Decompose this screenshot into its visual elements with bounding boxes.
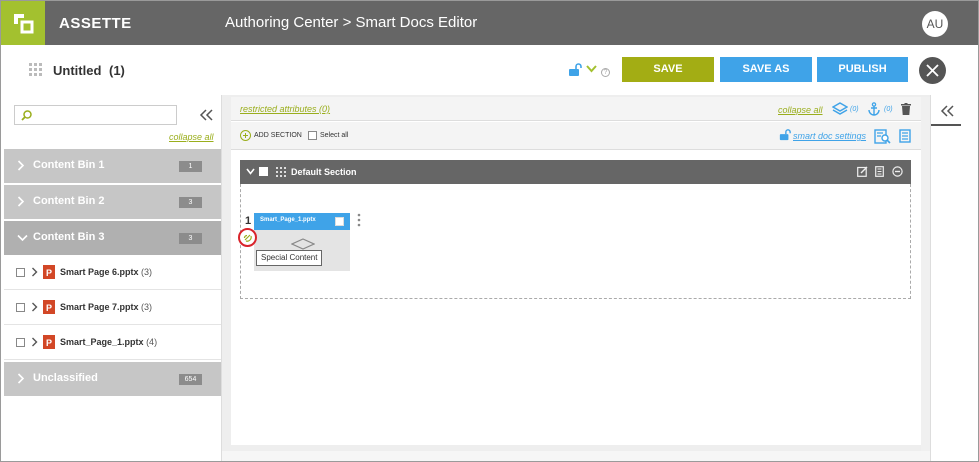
attributes-bar: restricted attributes (0) collapse all (…: [231, 97, 921, 121]
content-bin-1[interactable]: Content Bin 1 1: [4, 149, 221, 183]
search-input[interactable]: [14, 105, 177, 125]
item-checkbox[interactable]: [16, 303, 25, 312]
item-name: Smart_Page_1.pptx (4): [60, 337, 158, 347]
bin-count-badge: 654: [179, 374, 202, 385]
item-checkbox[interactable]: [16, 338, 25, 347]
search-icon: [21, 110, 32, 121]
close-icon: [926, 64, 939, 77]
document-count: (1): [109, 63, 125, 78]
save-as-button[interactable]: SAVE AS: [720, 57, 812, 82]
list-item[interactable]: P Smart Page 7.pptx (3): [4, 290, 221, 325]
svg-text:P: P: [46, 303, 52, 313]
section-toolbar: ADD SECTION Select all smart doc setting…: [231, 122, 921, 150]
special-content-tooltip: Special Content: [256, 250, 323, 266]
horizontal-scrollbar[interactable]: [222, 451, 930, 461]
page-number: 1: [245, 215, 252, 227]
chevron-right-icon[interactable]: [31, 337, 38, 347]
top-bar: ASSETTE Authoring Center > Smart Docs Ed…: [1, 1, 978, 45]
page-name: Smart_Page_1.pptx: [260, 217, 316, 223]
close-button[interactable]: [919, 57, 946, 84]
delete-icon[interactable]: [875, 166, 884, 177]
bin-count-badge: 3: [179, 197, 202, 208]
select-all-checkbox[interactable]: [308, 131, 317, 140]
unlock-icon[interactable]: [779, 129, 791, 141]
content-bin-3[interactable]: Content Bin 3 3: [4, 221, 221, 255]
special-content-icon: [243, 234, 252, 242]
smart-doc-settings-link[interactable]: smart doc settings: [793, 131, 866, 141]
powerpoint-icon: P: [43, 265, 55, 279]
powerpoint-icon: P: [43, 300, 55, 314]
publish-button[interactable]: PUBLISH: [817, 57, 908, 82]
chevron-down-icon[interactable]: [586, 65, 597, 73]
chevron-right-icon[interactable]: [31, 267, 38, 277]
default-section-header[interactable]: Default Section: [240, 160, 911, 184]
chevron-right-icon[interactable]: [31, 302, 38, 312]
panel-tab-indicator: [931, 124, 961, 126]
list-item[interactable]: P Smart Page 6.pptx (3): [4, 255, 221, 290]
document-icon[interactable]: [899, 129, 911, 143]
page-thumbnail-icon: [291, 238, 315, 250]
section-title: Default Section: [291, 167, 357, 177]
special-content-indicator[interactable]: [238, 228, 257, 247]
chevron-right-icon: [17, 196, 25, 207]
collapse-all-link[interactable]: collapse all: [778, 105, 823, 115]
collapse-panel-icon[interactable]: [199, 109, 213, 121]
bin-label: Content Bin 2: [33, 195, 105, 207]
add-section-icon[interactable]: [240, 130, 251, 141]
layers-icon[interactable]: [832, 102, 848, 115]
expand-panel-icon[interactable]: [940, 105, 954, 117]
powerpoint-icon: P: [43, 335, 55, 349]
document-title[interactable]: Untitled: [53, 63, 101, 78]
user-avatar[interactable]: AU: [922, 11, 948, 37]
bin-count-badge: 1: [179, 161, 202, 172]
chevron-down-icon: [17, 234, 28, 242]
chevron-right-icon: [17, 373, 25, 384]
unlock-icon[interactable]: [568, 63, 582, 77]
svg-text:P: P: [46, 338, 52, 348]
bin-label: Unclassified: [33, 372, 98, 384]
restricted-attributes-link[interactable]: restricted attributes (0): [240, 104, 330, 114]
anchor-count: (0): [884, 106, 893, 113]
breadcrumb: Authoring Center > Smart Docs Editor: [225, 14, 478, 31]
svg-text:P: P: [46, 268, 52, 278]
help-icon[interactable]: ?: [601, 68, 610, 77]
drag-handle-icon[interactable]: [276, 167, 286, 177]
list-item[interactable]: P Smart_Page_1.pptx (4): [4, 325, 221, 360]
grid-icon: [29, 63, 43, 77]
section-checkbox[interactable]: [259, 167, 268, 176]
title-row: Untitled (1) ? SAVE SAVE AS PUBLISH: [1, 45, 978, 95]
item-name: Smart Page 6.pptx (3): [60, 267, 153, 277]
assette-logo[interactable]: [1, 1, 45, 45]
more-options-icon[interactable]: [357, 213, 361, 227]
add-section-button[interactable]: ADD SECTION: [254, 132, 302, 139]
anchor-icon[interactable]: [867, 102, 881, 116]
preview-search-icon[interactable]: [874, 129, 891, 144]
item-name: Smart Page 7.pptx (3): [60, 302, 153, 312]
layers-count: (0): [850, 106, 859, 113]
trash-icon[interactable]: [901, 103, 911, 115]
bin-count-badge: 3: [179, 233, 202, 244]
chevron-down-icon[interactable]: [246, 168, 255, 175]
select-all-label: Select all: [320, 132, 349, 139]
bin-label: Content Bin 1: [33, 159, 105, 171]
brand-name: ASSETTE: [59, 15, 132, 32]
page-checkbox[interactable]: [335, 217, 344, 226]
bin-label: Content Bin 3: [33, 231, 105, 243]
page-card-header: Smart_Page_1.pptx: [254, 213, 350, 230]
collapse-all-link[interactable]: collapse all: [169, 132, 214, 142]
edit-icon[interactable]: [857, 166, 868, 177]
logo-icon: [14, 14, 34, 34]
collapse-section-icon[interactable]: [892, 166, 903, 177]
item-checkbox[interactable]: [16, 268, 25, 277]
content-bin-2[interactable]: Content Bin 2 3: [4, 185, 221, 219]
chevron-right-icon: [17, 160, 25, 171]
unclassified-bin[interactable]: Unclassified 654: [4, 362, 221, 396]
right-collapsed-panel: [930, 95, 978, 461]
save-button[interactable]: SAVE: [622, 57, 714, 82]
vertical-scrollbar[interactable]: [921, 97, 930, 461]
